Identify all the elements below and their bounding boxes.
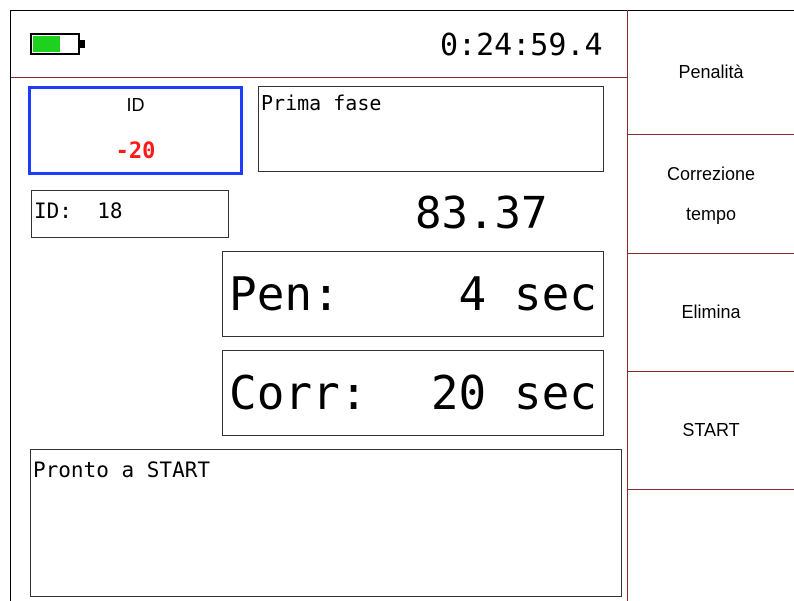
competitor-id-text: ID: 18	[34, 199, 123, 223]
header-divider	[11, 77, 627, 78]
penalty-display: Pen: 4 sec	[222, 251, 604, 337]
battery-tip	[80, 40, 85, 48]
id-panel-label: ID	[126, 95, 145, 115]
penalty-value: 4 sec	[458, 267, 597, 321]
correction-value: 20 sec	[430, 366, 597, 420]
penalty-label: Pen:	[229, 267, 340, 321]
penalty-button-label: Penalità	[678, 61, 744, 82]
correction-label: Corr:	[229, 366, 368, 420]
sidebar-separator	[628, 489, 794, 490]
phase-display: Prima fase	[258, 86, 604, 172]
id-panel-value: -20	[115, 139, 156, 164]
start-button[interactable]: START	[628, 372, 794, 489]
battery-level-fill	[33, 36, 60, 52]
correction-display: Corr: 20 sec	[222, 350, 604, 436]
time-correction-label-line1: Correzione	[666, 164, 756, 184]
message-area: Pronto a START	[30, 449, 622, 597]
competitor-id-field[interactable]: ID: 18	[31, 190, 229, 238]
elapsed-clock: 0:24:59.4	[440, 28, 603, 63]
id-panel[interactable]: ID -20	[28, 86, 243, 175]
battery-icon	[30, 33, 85, 55]
delete-button[interactable]: Elimina	[628, 254, 794, 371]
screen-left-border	[10, 10, 11, 601]
message-text: Pronto a START	[33, 458, 211, 482]
time-correction-button[interactable]: Correzione tempo	[628, 135, 794, 253]
measured-time: 83.37	[415, 188, 548, 239]
phase-text: Prima fase	[261, 91, 382, 115]
time-correction-button-label: Correzione tempo	[667, 154, 755, 234]
start-button-label: START	[682, 420, 740, 440]
penalty-button[interactable]: Penalità	[628, 10, 794, 134]
time-correction-label-line2: tempo	[685, 204, 736, 224]
delete-button-label: Elimina	[681, 302, 741, 322]
